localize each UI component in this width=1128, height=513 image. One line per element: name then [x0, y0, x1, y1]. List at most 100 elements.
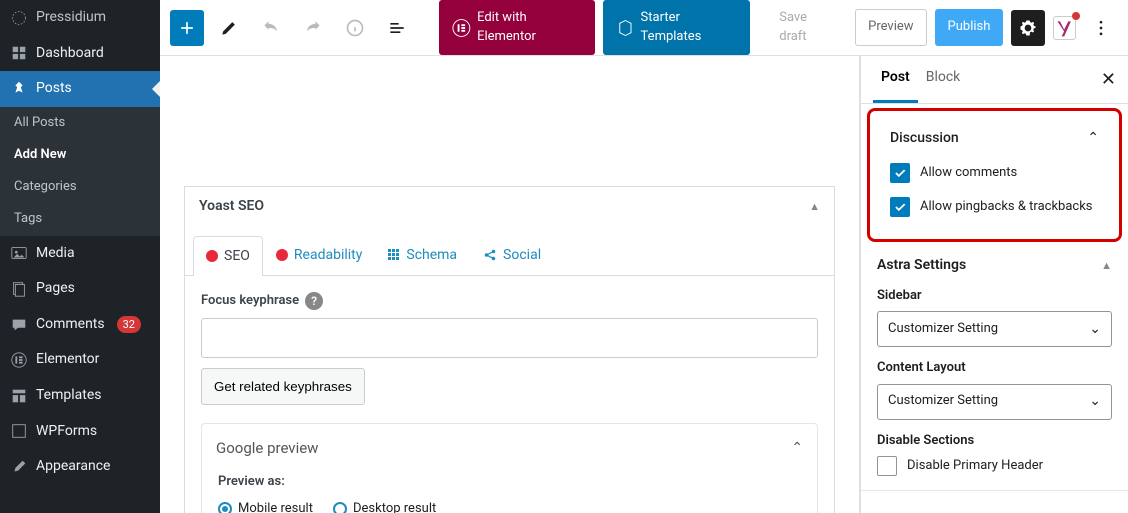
radio-mobile-label: Mobile result [238, 500, 313, 513]
site-name: Pressidium [36, 8, 106, 28]
pages-icon [10, 280, 28, 298]
menu-wpforms[interactable]: WPForms [0, 414, 160, 450]
details-button[interactable] [338, 10, 372, 46]
elementor-icon [10, 351, 28, 369]
radio-desktop-result[interactable]: Desktop result [333, 500, 436, 513]
checkbox-disable-primary-header[interactable]: Disable Primary Header [877, 456, 1112, 476]
checkbox-on-icon [890, 163, 910, 183]
collapse-icon: ▲ [809, 199, 820, 214]
yoast-alert-dot-icon [1072, 12, 1080, 20]
add-block-button[interactable] [170, 10, 204, 46]
help-icon[interactable]: ? [305, 292, 323, 310]
seo-score-icon [206, 250, 218, 262]
yoast-tab-social[interactable]: Social [470, 235, 554, 276]
save-draft-button[interactable]: Save draft [766, 0, 847, 54]
media-icon [10, 244, 28, 262]
pin-icon [10, 80, 28, 98]
astra-content-select[interactable]: Customizer Setting ⌄ [877, 384, 1112, 420]
disable-sections-label: Disable Sections [877, 432, 1112, 450]
comments-badge: 32 [117, 316, 141, 333]
edit-with-elementor-button[interactable]: Edit with Elementor [439, 0, 594, 54]
settings-panel: Post Block ✕ Discussion ⌃ Allow comments [860, 56, 1128, 513]
menu-media-label: Media [36, 244, 75, 264]
collapse-icon: ▲ [1101, 258, 1112, 273]
radio-mobile-result[interactable]: Mobile result [218, 500, 313, 513]
astra-header[interactable]: Astra Settings ▲ [877, 256, 1112, 276]
wpforms-icon [10, 422, 28, 440]
share-icon [483, 248, 497, 262]
submenu-categories[interactable]: Categories [0, 171, 160, 203]
more-menu-button[interactable] [1084, 10, 1118, 46]
checkbox-allow-comments[interactable]: Allow comments [890, 163, 1099, 183]
tab-block[interactable]: Block [918, 56, 969, 103]
chevron-up-icon: ⌃ [1087, 129, 1099, 149]
close-settings-button[interactable]: ✕ [1101, 67, 1116, 92]
yoast-tab-readability[interactable]: Readability [263, 235, 375, 276]
disable-primary-label: Disable Primary Header [907, 457, 1043, 475]
yoast-tab-seo-label: SEO [224, 247, 250, 267]
yoast-heading[interactable]: Yoast SEO ▲ [185, 187, 834, 227]
menu-appearance-label: Appearance [36, 457, 110, 477]
menu-posts-label: Posts [36, 79, 72, 99]
chevron-down-icon: ⌄ [1089, 392, 1101, 412]
menu-comments-label: Comments [36, 315, 105, 335]
focus-keyphrase-input[interactable] [201, 318, 818, 358]
site-brand[interactable]: Pressidium [0, 0, 160, 36]
redo-button[interactable] [296, 10, 330, 46]
starter-templates-label: Starter Templates [641, 9, 738, 45]
dashboard-icon [10, 44, 28, 62]
chevron-up-icon: ⌃ [791, 439, 803, 459]
menu-media[interactable]: Media [0, 236, 160, 272]
google-preview-title: Google preview [216, 438, 318, 459]
google-preview-panel: Google preview ⌃ Preview as: Mobile resu… [201, 423, 818, 513]
yoast-tab-readability-label: Readability [294, 246, 362, 266]
checkbox-off-icon [877, 456, 897, 476]
discussion-header[interactable]: Discussion ⌃ [890, 129, 1099, 149]
focus-keyphrase-label-text: Focus keyphrase [201, 292, 299, 310]
preview-button[interactable]: Preview [855, 9, 926, 45]
checkbox-allow-pingbacks[interactable]: Allow pingbacks & trackbacks [890, 197, 1099, 217]
focus-keyphrase-label: Focus keyphrase ? [201, 292, 818, 310]
starter-templates-button[interactable]: Starter Templates [603, 0, 750, 54]
undo-button[interactable] [254, 10, 288, 46]
get-related-keyphrases-button[interactable]: Get related keyphrases [201, 368, 365, 405]
menu-dashboard[interactable]: Dashboard [0, 36, 160, 72]
menu-templates[interactable]: Templates [0, 378, 160, 414]
astra-sidebar-label: Sidebar [877, 287, 1112, 305]
tab-post[interactable]: Post [873, 56, 918, 103]
templates-icon [10, 387, 28, 405]
settings-tabs: Post Block ✕ [861, 56, 1128, 104]
submenu-add-new[interactable]: Add New [0, 139, 160, 171]
yoast-tab-schema[interactable]: Schema [375, 235, 470, 276]
astra-content-value: Customizer Setting [888, 392, 998, 410]
canvas: Yoast SEO ▲ SEO Readability Schema [160, 56, 1128, 513]
submenu-all-posts[interactable]: All Posts [0, 107, 160, 139]
yoast-body: Focus keyphrase ? Get related keyphrases… [185, 276, 834, 513]
admin-sidebar: Pressidium Dashboard Posts All Posts Add… [0, 0, 160, 513]
comments-icon [10, 316, 28, 334]
yoast-badge-button[interactable] [1053, 16, 1076, 40]
menu-pages-label: Pages [36, 279, 75, 299]
google-preview-header[interactable]: Google preview ⌃ [202, 424, 817, 473]
outline-button[interactable] [380, 10, 414, 46]
menu-appearance[interactable]: Appearance [0, 449, 160, 485]
preview-as-label: Preview as: [218, 473, 801, 491]
yoast-tab-seo[interactable]: SEO [193, 236, 263, 277]
yoast-title: Yoast SEO [199, 197, 264, 217]
settings-gear-button[interactable] [1011, 10, 1045, 46]
discussion-panel: Discussion ⌃ Allow comments Allow ping [874, 115, 1115, 231]
content-area: Yoast SEO ▲ SEO Readability Schema [160, 56, 860, 513]
radio-on-icon [218, 502, 232, 513]
edit-tool-button[interactable] [212, 10, 246, 46]
preview-as-radios: Mobile result Desktop result [218, 500, 801, 513]
menu-pages[interactable]: Pages [0, 271, 160, 307]
publish-button[interactable]: Publish [935, 9, 1004, 45]
menu-comments[interactable]: Comments 32 [0, 307, 160, 343]
astra-sidebar-select[interactable]: Customizer Setting ⌄ [877, 311, 1112, 347]
menu-posts[interactable]: Posts [0, 71, 160, 107]
submenu-tags[interactable]: Tags [0, 203, 160, 235]
radio-off-icon [333, 502, 347, 513]
menu-elementor[interactable]: Elementor [0, 342, 160, 378]
discussion-highlight: Discussion ⌃ Allow comments Allow ping [867, 108, 1122, 242]
yoast-tabs: SEO Readability Schema Social [185, 227, 834, 277]
